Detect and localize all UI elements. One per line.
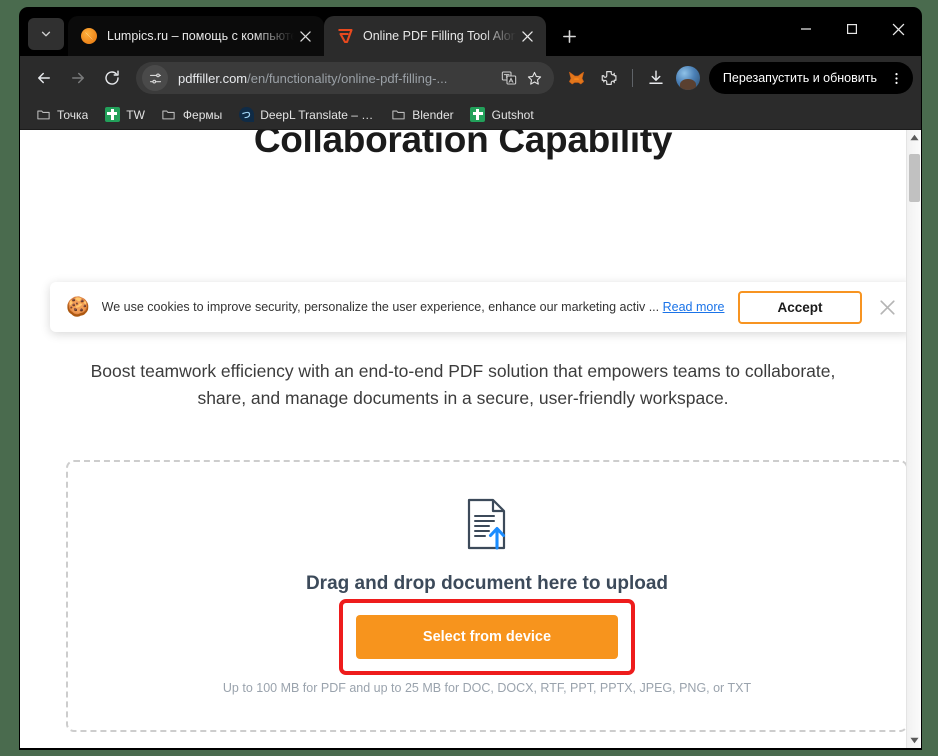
url-host: pdffiller.com xyxy=(178,70,248,86)
minimize-button[interactable] xyxy=(783,8,829,50)
hero-subtitle: Boost teamwork efficiency with an end-to… xyxy=(90,361,836,408)
cookie-read-more-link[interactable]: Read more xyxy=(663,300,725,314)
tab-title: Online PDF Filling Tool Along with xyxy=(363,29,516,43)
plus-icon xyxy=(562,29,576,43)
bookmark-tochka[interactable]: Точка xyxy=(28,103,95,127)
document-upload-icon xyxy=(464,498,510,555)
green-cross-icon xyxy=(470,107,486,123)
browser-tab-pdffiller[interactable]: Online PDF Filling Tool Along with xyxy=(324,16,546,56)
browser-window: Lumpics.ru – помощь с компьютером Online… xyxy=(20,8,921,749)
metamask-fox-icon xyxy=(569,71,585,84)
minimize-icon xyxy=(801,28,811,30)
bookmark-fermy[interactable]: Фермы xyxy=(154,103,229,127)
folder-icon xyxy=(35,107,51,123)
window-close-button[interactable] xyxy=(875,8,921,50)
close-icon xyxy=(892,23,904,35)
window-controls xyxy=(783,8,921,50)
tab-strip: Lumpics.ru – помощь с компьютером Online… xyxy=(20,8,921,56)
bookmark-label: Фермы xyxy=(182,107,223,122)
arrow-right-icon xyxy=(72,72,84,84)
bookmark-tw[interactable]: TW xyxy=(97,103,152,127)
close-icon xyxy=(521,30,533,42)
new-tab-button[interactable] xyxy=(554,21,584,51)
pdffiller-icon xyxy=(336,28,353,45)
tab-close-button[interactable] xyxy=(294,25,316,47)
maximize-button[interactable] xyxy=(829,8,875,50)
cookie-close-button[interactable] xyxy=(874,294,900,320)
extensions-button[interactable] xyxy=(594,63,624,93)
cookie-accept-button[interactable]: Accept xyxy=(738,290,862,324)
caret-down-icon xyxy=(910,737,919,744)
bookmark-label: Blender xyxy=(412,107,454,122)
reload-icon xyxy=(105,70,119,85)
back-button[interactable] xyxy=(28,62,60,94)
caret-up-icon xyxy=(910,134,919,141)
lumpics-orange-icon xyxy=(80,28,97,45)
bookmark-button[interactable] xyxy=(522,65,548,91)
url-text: pdffiller.com/en/functionality/online-pd… xyxy=(178,71,496,86)
cookie-message-text: We use cookies to improve security, pers… xyxy=(101,300,660,314)
dropzone-headline: Drag and drop document here to upload xyxy=(305,572,669,594)
page-scrollbar[interactable] xyxy=(906,130,921,748)
reload-button[interactable] xyxy=(96,62,128,94)
tab-close-button[interactable] xyxy=(516,25,538,47)
bookmark-label: Gutshot xyxy=(491,107,534,122)
maximize-icon xyxy=(847,24,858,35)
restart-update-label: Перезапустить и обновить xyxy=(722,71,877,85)
kebab-menu-icon xyxy=(894,72,898,84)
cookie-icon: 🍪 xyxy=(66,296,90,318)
avatar xyxy=(675,66,700,90)
restart-update-button[interactable]: Перезапустить и обновить xyxy=(708,62,913,94)
browser-tab-lumpics[interactable]: Lumpics.ru – помощь с компьютером xyxy=(68,16,324,56)
bookmark-blender[interactable]: Blender xyxy=(383,103,460,127)
translate-button[interactable] xyxy=(496,65,522,91)
cookie-consent-banner: 🍪 We use cookies to improve security, pe… xyxy=(50,282,906,332)
window-bottom-edge xyxy=(20,748,921,749)
scroll-down-button[interactable] xyxy=(907,733,921,748)
cookie-message: We use cookies to improve security, pers… xyxy=(102,300,726,314)
tab-title: Lumpics.ru – помощь с компьютером xyxy=(107,29,294,43)
bookmark-label: TW xyxy=(126,107,145,122)
chevron-down-icon xyxy=(41,31,51,37)
arrow-left-icon xyxy=(38,72,50,84)
bookmark-label: Точка xyxy=(57,107,89,122)
site-info-button[interactable] xyxy=(142,65,168,91)
select-from-device-button[interactable]: Select from device xyxy=(356,614,618,659)
browser-toolbar: pdffiller.com/en/functionality/online-pd… xyxy=(20,56,921,100)
page-title: Online PDF Filling Tool Along with Power… xyxy=(253,130,673,161)
star-icon xyxy=(528,71,542,85)
close-icon xyxy=(299,30,311,42)
scroll-up-button[interactable] xyxy=(907,130,921,145)
scrollbar-thumb[interactable] xyxy=(909,154,920,202)
download-icon xyxy=(649,70,663,84)
desktop-background: Lumpics.ru – помощь с компьютером Online… xyxy=(0,0,938,756)
bookmark-label: DeepL Translate – С... xyxy=(260,107,375,122)
bookmark-deepl[interactable]: つ DeepL Translate – С... xyxy=(231,103,381,127)
downloads-button[interactable] xyxy=(641,63,671,93)
folder-icon xyxy=(161,107,177,123)
forward-button[interactable] xyxy=(62,62,94,94)
bookmark-gutshot[interactable]: Gutshot xyxy=(463,103,541,127)
toolbar-divider xyxy=(631,69,633,87)
profile-button[interactable] xyxy=(673,63,703,93)
address-bar[interactable]: pdffiller.com/en/functionality/online-pd… xyxy=(136,62,554,94)
close-icon xyxy=(879,299,895,315)
upload-dropzone[interactable]: Drag and drop document here to upload Se… xyxy=(66,460,906,732)
url-path: /en/functionality/online-pdf-filling-... xyxy=(247,70,448,86)
browser-menu-button[interactable] xyxy=(885,67,907,89)
puzzle-piece-icon xyxy=(601,71,617,85)
translate-icon xyxy=(501,71,517,85)
tab-search-button[interactable] xyxy=(28,18,64,50)
deepl-icon: つ xyxy=(238,107,254,123)
upload-size-hint: Up to 100 MB for PDF and up to 25 MB for… xyxy=(222,680,752,695)
metamask-extension-button[interactable] xyxy=(562,63,592,93)
bookmarks-bar: Точка TW Фермы つ DeepL Translate – С... xyxy=(20,100,921,130)
select-button-container: Select from device xyxy=(339,598,635,675)
green-cross-icon xyxy=(104,107,120,123)
hero-section: Online PDF Filling Tool Along with Power… xyxy=(20,130,906,162)
tune-settings-icon xyxy=(149,73,161,83)
web-page: Online PDF Filling Tool Along with Power… xyxy=(20,130,906,748)
page-viewport: Online PDF Filling Tool Along with Power… xyxy=(20,130,921,748)
folder-icon xyxy=(390,107,406,123)
